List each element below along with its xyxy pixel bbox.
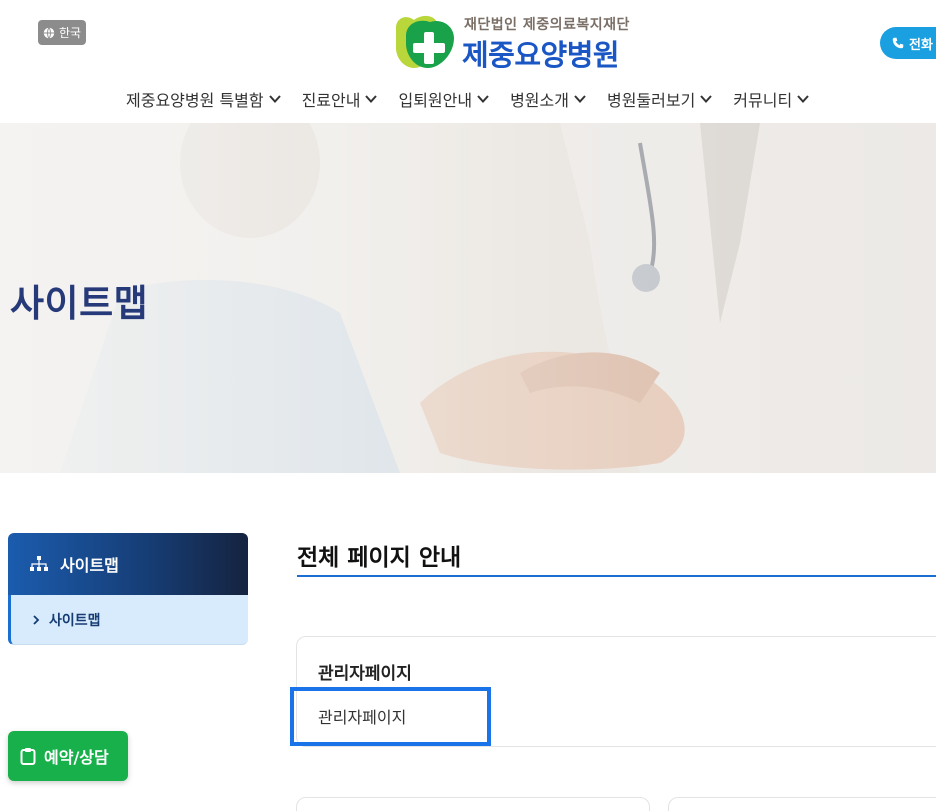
reservation-label: 예약/상담 bbox=[44, 748, 109, 767]
logo-cross-icon bbox=[396, 15, 454, 68]
globe-icon bbox=[43, 26, 55, 39]
chevron-down-icon bbox=[574, 95, 586, 103]
nav-item-treatment[interactable]: 진료안내 bbox=[302, 86, 379, 112]
sitemap-card bbox=[668, 797, 936, 811]
logo-subtitle: 재단법인 제중의료복지재단 bbox=[464, 17, 630, 33]
sidebar-header: 사이트맵 bbox=[8, 533, 248, 595]
language-label: 한국 bbox=[59, 26, 82, 40]
hospital-logo[interactable]: 재단법인 제중의료복지재단 제중요양병원 bbox=[392, 14, 632, 72]
phone-label: 전화 bbox=[909, 37, 933, 53]
card-title: 관리자페이지 bbox=[318, 664, 412, 684]
nav-item-label: 제중요양병원 특별함 bbox=[126, 91, 264, 110]
language-button[interactable]: 한국 bbox=[38, 20, 87, 45]
chevron-right-icon bbox=[33, 614, 40, 625]
chevron-down-icon bbox=[477, 95, 489, 103]
phone-button[interactable]: 전화 bbox=[880, 27, 936, 59]
page-title: 사이트맵 bbox=[10, 282, 149, 325]
chevron-down-icon bbox=[797, 95, 809, 103]
main-nav: 제중요양병원 특별함 진료안내 입퇴원안내 병원소개 병원둘러보기 커뮤니티 bbox=[126, 86, 830, 112]
nav-item-special[interactable]: 제중요양병원 특별함 bbox=[126, 86, 282, 112]
sitemap-icon bbox=[30, 556, 48, 571]
focus-highlight bbox=[290, 687, 491, 746]
reservation-button[interactable]: 예약/상담 bbox=[8, 731, 128, 781]
chevron-down-icon bbox=[700, 95, 713, 103]
logo-title: 제중요양병원 bbox=[462, 38, 620, 72]
hero-banner: 사이트맵 bbox=[0, 123, 936, 473]
clipboard-icon bbox=[20, 748, 36, 765]
chevron-down-icon bbox=[268, 95, 281, 103]
sidebar-item-label: 사이트맵 bbox=[49, 612, 101, 629]
sidebar-item-sitemap[interactable]: 사이트맵 bbox=[8, 595, 248, 645]
nav-item-label: 병원둘러보기 bbox=[606, 91, 696, 110]
nav-item-admission[interactable]: 입퇴원안내 bbox=[398, 86, 490, 112]
section-divider bbox=[297, 575, 936, 577]
chevron-down-icon bbox=[365, 95, 378, 103]
phone-icon bbox=[892, 37, 904, 49]
nav-item-community[interactable]: 커뮤니티 bbox=[733, 86, 810, 112]
nav-item-label: 입퇴원안내 bbox=[398, 91, 473, 110]
sitemap-card bbox=[296, 797, 650, 811]
nav-item-label: 병원소개 bbox=[510, 91, 569, 110]
sidebar-heading: 사이트맵 bbox=[60, 556, 119, 575]
nav-item-about[interactable]: 병원소개 bbox=[510, 86, 587, 112]
section-title: 전체 페이지 안내 bbox=[297, 545, 462, 571]
nav-item-label: 커뮤니티 bbox=[733, 91, 793, 110]
nav-item-tour[interactable]: 병원둘러보기 bbox=[607, 86, 713, 112]
nav-item-label: 진료안내 bbox=[301, 91, 361, 110]
